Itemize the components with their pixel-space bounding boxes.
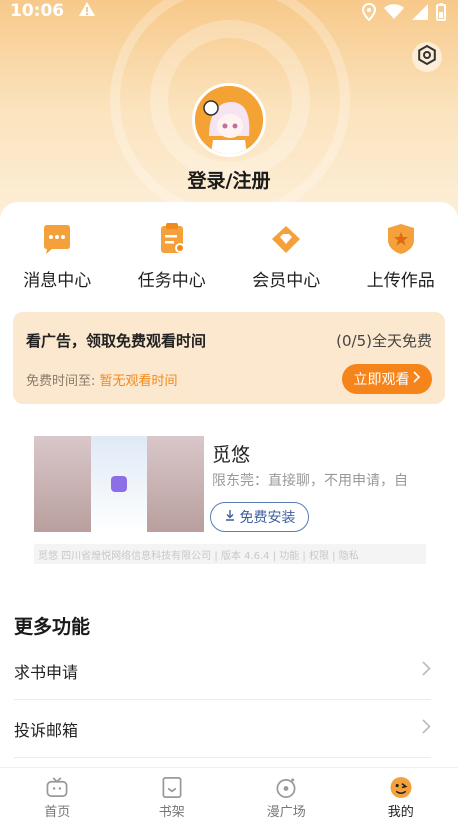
- chevron-right-icon: [412, 371, 421, 387]
- status-bar: 10:06: [0, 0, 458, 22]
- free-time-value: 暂无观看时间: [99, 374, 178, 389]
- promo-description: 限东莞：直接聊，不用申请，自: [212, 473, 408, 489]
- avatar[interactable]: [192, 83, 266, 157]
- free-install-label: 免费安装: [239, 510, 296, 526]
- home-tv-icon: [46, 777, 68, 797]
- tab-bookshelf[interactable]: 书架: [132, 768, 212, 820]
- tab-label: 漫广场: [266, 805, 306, 820]
- watch-now-button[interactable]: 立即观看: [342, 364, 432, 394]
- task-icon: [160, 223, 185, 253]
- upload-shield-icon: [387, 224, 414, 254]
- quick-action-label: 消息中心: [23, 271, 92, 291]
- quick-action-label: 上传作品: [366, 271, 435, 291]
- quick-action-task-center[interactable]: 任务中心: [117, 222, 227, 302]
- promo-image: [34, 436, 204, 532]
- comic-plaza-icon: [276, 778, 296, 798]
- message-icon: [44, 225, 71, 254]
- tab-comic-plaza[interactable]: 漫广场: [246, 768, 326, 820]
- quick-action-message-center[interactable]: 消息中心: [2, 222, 112, 302]
- quick-actions-row: 消息中心 任务中心 会员中心 上传作品: [0, 222, 458, 302]
- mine-face-icon: [390, 776, 412, 799]
- signal-icon: [412, 4, 428, 25]
- location-icon: [361, 2, 377, 26]
- row-label: 投诉邮箱: [14, 720, 79, 740]
- chevron-right-icon: [422, 661, 431, 680]
- wifi-icon: [384, 4, 404, 25]
- watch-now-label: 立即观看: [353, 372, 410, 388]
- ad-reward-panel: 看广告，领取免费观看时间 (0/5)全天免费 免费时间至: 暂无观看时间 立即观…: [13, 312, 445, 404]
- free-time-label: 免费时间至:: [26, 374, 96, 389]
- free-time-info: 免费时间至: 暂无观看时间: [26, 370, 178, 389]
- battery-icon: [436, 3, 446, 26]
- settings-gear-icon: [416, 44, 438, 70]
- ad-reward-title: 看广告，领取免费观看时间: [26, 332, 207, 350]
- free-install-button[interactable]: 免费安装: [210, 502, 309, 532]
- settings-button[interactable]: [412, 42, 442, 72]
- download-icon: [224, 509, 236, 525]
- ad-reward-count: (0/5)全天免费: [336, 332, 432, 350]
- tab-mine[interactable]: 我的: [361, 768, 441, 820]
- status-time: 10:06: [10, 1, 65, 21]
- chevron-right-icon: [422, 719, 431, 738]
- bookshelf-icon: [162, 777, 182, 798]
- more-features-title: 更多功能: [14, 616, 91, 638]
- tab-label: 书架: [158, 805, 185, 820]
- anime-avatar-icon: [195, 86, 263, 154]
- vip-diamond-icon: [272, 226, 301, 253]
- promo-title: 觅悠: [212, 444, 251, 466]
- promo-ad[interactable]: 觅悠 限东莞：直接聊，不用申请，自 免费安装 觅悠 四川省煌悦网络信息科技有限公…: [34, 436, 426, 566]
- tab-home[interactable]: 首页: [17, 768, 97, 820]
- quick-action-upload-works[interactable]: 上传作品: [346, 222, 456, 302]
- tab-label: 我的: [387, 805, 414, 820]
- app-logo-icon: [111, 476, 127, 492]
- quick-action-label: 任务中心: [137, 271, 206, 291]
- bottom-tab-bar: 首页 书架 漫广场 我的: [0, 767, 458, 820]
- book-request-row[interactable]: 求书申请: [14, 642, 431, 700]
- complaint-email-row[interactable]: 投诉邮箱: [14, 700, 431, 758]
- tab-label: 首页: [44, 805, 71, 820]
- quick-action-vip-center[interactable]: 会员中心: [231, 222, 341, 302]
- promo-meta: 觅悠 四川省煌悦网络信息科技有限公司 | 版本 4.6.4 | 功能 | 权限 …: [34, 544, 426, 564]
- login-register-link[interactable]: 登录/注册: [0, 166, 458, 193]
- row-label: 求书申请: [14, 662, 79, 682]
- quick-action-label: 会员中心: [252, 271, 321, 291]
- warning-icon: [78, 1, 96, 22]
